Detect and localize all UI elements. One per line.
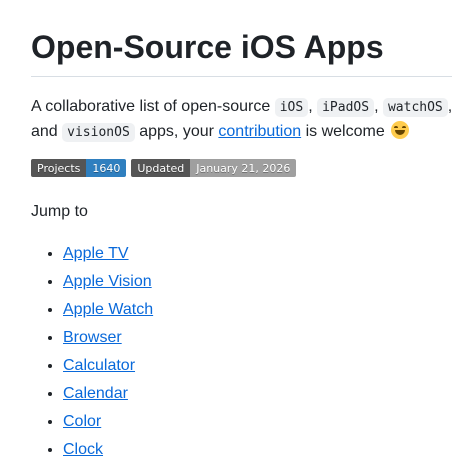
list-item: Calculator (63, 352, 153, 380)
contribution-link[interactable]: contribution (218, 123, 301, 140)
jump-to-label: Jump to (31, 203, 88, 220)
category-link-color[interactable]: Color (63, 413, 101, 430)
list-item: Apple TV (63, 240, 153, 268)
list-item: Apple Watch (63, 296, 153, 324)
list-item: Color (63, 408, 153, 436)
badge-value: January 21, 2026 (190, 159, 297, 177)
category-list: Apple TV Apple Vision Apple Watch Browse… (31, 240, 153, 464)
page-title: Open-Source iOS Apps (31, 29, 384, 65)
separator: , (374, 98, 379, 115)
projects-badge[interactable]: Projects 1640 (31, 159, 127, 177)
code-visionos: visionOS (62, 123, 135, 142)
code-ipados: iPadOS (317, 98, 375, 117)
list-item: Calendar (63, 380, 153, 408)
list-item: Apple Vision (63, 268, 153, 296)
badge-value: 1640 (86, 159, 127, 177)
category-link-apple-tv[interactable]: Apple TV (63, 245, 129, 262)
category-link-apple-vision[interactable]: Apple Vision (63, 273, 152, 290)
intro-text: A collaborative list of open-source (31, 98, 271, 115)
list-item: Browser (63, 324, 153, 352)
code-watchos: watchOS (382, 98, 448, 117)
category-link-browser[interactable]: Browser (63, 329, 122, 346)
category-link-apple-watch[interactable]: Apple Watch (63, 301, 153, 318)
badge-label: Projects (31, 159, 87, 177)
separator: , (308, 98, 313, 115)
intro-text-2: apps, your (139, 123, 214, 140)
smile-emoji-icon (391, 121, 410, 139)
intro-and: and (31, 123, 58, 140)
updated-badge[interactable]: Updated January 21, 2026 (131, 159, 297, 177)
code-ios: iOS (274, 98, 309, 117)
badge-label: Updated (131, 159, 191, 177)
title-divider (31, 76, 452, 77)
badges-row: Projects 1640 Updated January 21, 2026 (31, 159, 297, 177)
category-link-clock[interactable]: Clock (63, 441, 103, 458)
intro-paragraph: A collaborative list of open-source iOS,… (31, 95, 452, 145)
intro-text-3: is welcome (305, 123, 385, 140)
list-item: Clock (63, 436, 153, 464)
category-link-calendar[interactable]: Calendar (63, 385, 128, 402)
category-link-calculator[interactable]: Calculator (63, 357, 135, 374)
separator: , (447, 98, 452, 115)
